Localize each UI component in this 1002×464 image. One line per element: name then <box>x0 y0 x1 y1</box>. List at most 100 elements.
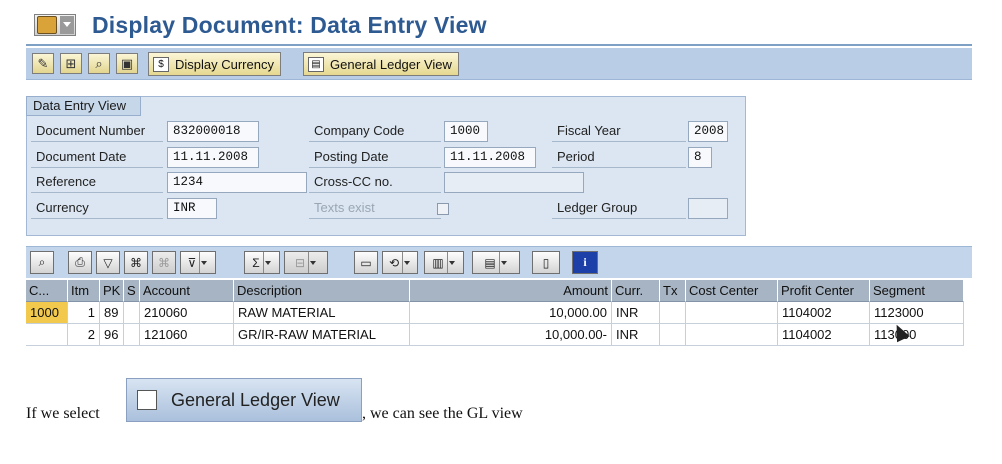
chevron-down-icon <box>402 252 411 273</box>
texts-exist-label: Texts exist <box>309 198 441 219</box>
info-icon[interactable]: i <box>572 251 598 274</box>
document-overview-icon[interactable]: ▣ <box>116 53 138 74</box>
column-header-currency[interactable]: Curr. <box>612 280 660 302</box>
caption-text-before: If we select <box>26 405 100 422</box>
column-header-amount[interactable]: Amount <box>410 280 612 302</box>
grid-toolbar: ⌕ ⎙ ▽ ⌘ ⌘ ⊽ Σ ⊟ ▭ ⟲ ▥ ▤ ▯ i <box>26 246 972 278</box>
chevron-down-icon <box>308 252 317 273</box>
display-currency-label: Display Currency <box>175 56 274 72</box>
column-header-segment[interactable]: Segment <box>870 280 964 302</box>
display-currency-button[interactable]: $ Display Currency <box>148 52 281 76</box>
posting-date-label: Posting Date <box>309 147 441 168</box>
fiscal-year-field[interactable]: 2008 <box>688 121 728 142</box>
title-bar: Display Document: Data Entry View <box>26 8 972 46</box>
cross-cc-label: Cross-CC no. <box>309 172 441 193</box>
caption-text-after: , we can see the GL view <box>362 405 523 422</box>
posting-date-field[interactable]: 11.11.2008 <box>444 147 536 168</box>
table-row-2-tax[interactable] <box>660 324 686 346</box>
column-header-tax[interactable]: Tx <box>660 280 686 302</box>
table-row-1-item[interactable]: 1 <box>68 302 100 324</box>
document-date-field[interactable]: 11.11.2008 <box>167 147 259 168</box>
filter-icon[interactable]: ▽ <box>96 251 120 274</box>
general-ledger-view-screenshot-button: General Ledger View <box>126 378 362 422</box>
layout-icon[interactable]: ▥ <box>424 251 464 274</box>
table-row-2-segment[interactable]: 11​3000 <box>870 324 964 346</box>
ledger-icon: ▤ <box>308 56 324 72</box>
reference-field[interactable]: 1234 <box>167 172 307 193</box>
chevron-down-icon <box>199 252 208 273</box>
table-row-1-currency[interactable]: INR <box>612 302 660 324</box>
currency-field[interactable]: INR <box>167 198 217 219</box>
details-icon[interactable]: ⌕ <box>30 251 54 274</box>
find-next-icon[interactable]: ⌘ <box>152 251 176 274</box>
table-row-2-description[interactable]: GR/IR-RAW MATERIAL <box>234 324 410 346</box>
table-row-1-profit-center[interactable]: 1104002 <box>778 302 870 324</box>
table-row-2-profit-center[interactable]: 1104002 <box>778 324 870 346</box>
subtotal-icon[interactable]: ⊟ <box>284 251 328 274</box>
column-header-account[interactable]: Account <box>140 280 234 302</box>
column-header-item[interactable]: Itm <box>68 280 100 302</box>
chevron-down-icon <box>446 252 456 273</box>
column-header-cost-center[interactable]: Cost Center <box>686 280 778 302</box>
table-row-1-company-code[interactable]: 1000 <box>26 302 68 324</box>
set-filter-icon[interactable]: ⊽ <box>180 251 216 274</box>
table-row-1-posting-key[interactable]: 89 <box>100 302 124 324</box>
table-row-1-amount[interactable]: 10,000.00 <box>410 302 612 324</box>
hierarchy-icon[interactable]: ⊞ <box>60 53 82 74</box>
period-label: Period <box>552 147 686 168</box>
table-row-2-cost-center[interactable] <box>686 324 778 346</box>
fiscal-year-label: Fiscal Year <box>552 121 686 142</box>
edit-icon[interactable]: ✎ <box>32 53 54 74</box>
table-row-2-posting-key[interactable]: 96 <box>100 324 124 346</box>
general-ledger-view-button[interactable]: ▤ General Ledger View <box>303 52 459 76</box>
currency-icon: $ <box>153 56 169 72</box>
application-toolbar: ✎ ⊞ ⌕ ▣ $ Display Currency ▤ General Led… <box>26 48 972 80</box>
document-number-label: Document Number <box>31 121 163 142</box>
column-header-profit-center[interactable]: Profit Center <box>778 280 870 302</box>
column-header-posting-key[interactable]: PK <box>100 280 124 302</box>
column-header-company-code[interactable]: C... <box>26 280 68 302</box>
local-file-icon[interactable]: ▭ <box>354 251 378 274</box>
general-ledger-view-label: General Ledger View <box>330 56 452 72</box>
search-icon[interactable]: ⌕ <box>88 53 110 74</box>
panel-tab[interactable]: Data Entry View <box>26 96 141 116</box>
print-icon[interactable]: ⎙ <box>68 251 92 274</box>
table-row-2-amount[interactable]: 10,000.00- <box>410 324 612 346</box>
table-row-2-currency[interactable]: INR <box>612 324 660 346</box>
table-row-2-item[interactable]: 2 <box>68 324 100 346</box>
ledger-group-field[interactable] <box>688 198 728 219</box>
graphic-icon[interactable]: ▯ <box>532 251 560 274</box>
table-row-1-s[interactable] <box>124 302 140 324</box>
system-menu-button[interactable] <box>34 14 76 36</box>
column-header-description[interactable]: Description <box>234 280 410 302</box>
sum-icon[interactable]: Σ <box>244 251 280 274</box>
ledger-icon <box>137 390 157 410</box>
company-code-field[interactable]: 1000 <box>444 121 488 142</box>
ledger-group-label: Ledger Group <box>552 198 686 219</box>
table-row-2-account[interactable]: 121060 <box>140 324 234 346</box>
choose-layout-icon[interactable]: ▤ <box>472 251 520 274</box>
table-row-2-s[interactable] <box>124 324 140 346</box>
document-date-label: Document Date <box>31 147 163 168</box>
general-ledger-view-screenshot-label: General Ledger View <box>171 389 340 410</box>
chevron-down-icon <box>60 16 74 34</box>
company-code-label: Company Code <box>309 121 441 142</box>
glasses-icon <box>37 16 57 34</box>
cross-cc-field[interactable] <box>444 172 584 193</box>
table-row-1-cost-center[interactable] <box>686 302 778 324</box>
data-entry-view-panel: Data Entry View Document Number 83200001… <box>26 96 746 236</box>
find-icon[interactable]: ⌘ <box>124 251 148 274</box>
document-number-field[interactable]: 832000018 <box>167 121 259 142</box>
period-field[interactable]: 8 <box>688 147 712 168</box>
table-row-1-description[interactable]: RAW MATERIAL <box>234 302 410 324</box>
texts-exist-checkbox[interactable] <box>437 203 449 215</box>
table-row-1-tax[interactable] <box>660 302 686 324</box>
currency-label: Currency <box>31 198 163 219</box>
table-row-1-account[interactable]: 210060 <box>140 302 234 324</box>
table-row-1-segment[interactable]: 1123000 <box>870 302 964 324</box>
chevron-down-icon <box>498 252 508 273</box>
column-header-s[interactable]: S <box>124 280 140 302</box>
table-row-2-company-code[interactable] <box>26 324 68 346</box>
page-title: Display Document: Data Entry View <box>92 12 487 38</box>
export-icon[interactable]: ⟲ <box>382 251 418 274</box>
